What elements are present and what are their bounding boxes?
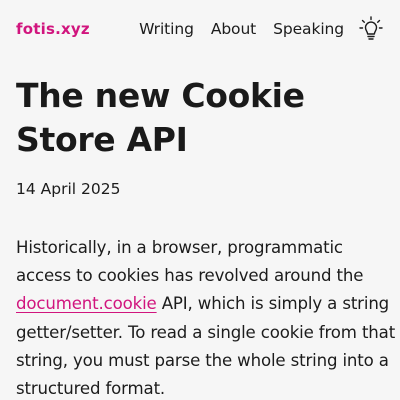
paragraph-text-start: Historically, in a browser, programmatic…	[16, 238, 364, 286]
article-paragraph: Historically, in a browser, programmatic…	[16, 234, 400, 400]
lightbulb-icon	[359, 16, 383, 40]
theme-toggle-button[interactable]	[358, 15, 384, 43]
nav-link-writing[interactable]: Writing	[139, 20, 194, 38]
nav-link-about[interactable]: About	[211, 20, 256, 38]
document-cookie-link[interactable]: document.cookie	[16, 294, 157, 313]
main-nav: Writing About Speaking	[122, 12, 384, 46]
article-date: 14 April 2025	[16, 180, 121, 198]
site-header: fotis.xyz Writing About Speaking	[16, 12, 384, 46]
site-logo-link[interactable]: fotis.xyz	[16, 20, 90, 38]
article-title: The new Cookie Store API	[16, 76, 305, 159]
nav-link-speaking[interactable]: Speaking	[273, 20, 344, 38]
